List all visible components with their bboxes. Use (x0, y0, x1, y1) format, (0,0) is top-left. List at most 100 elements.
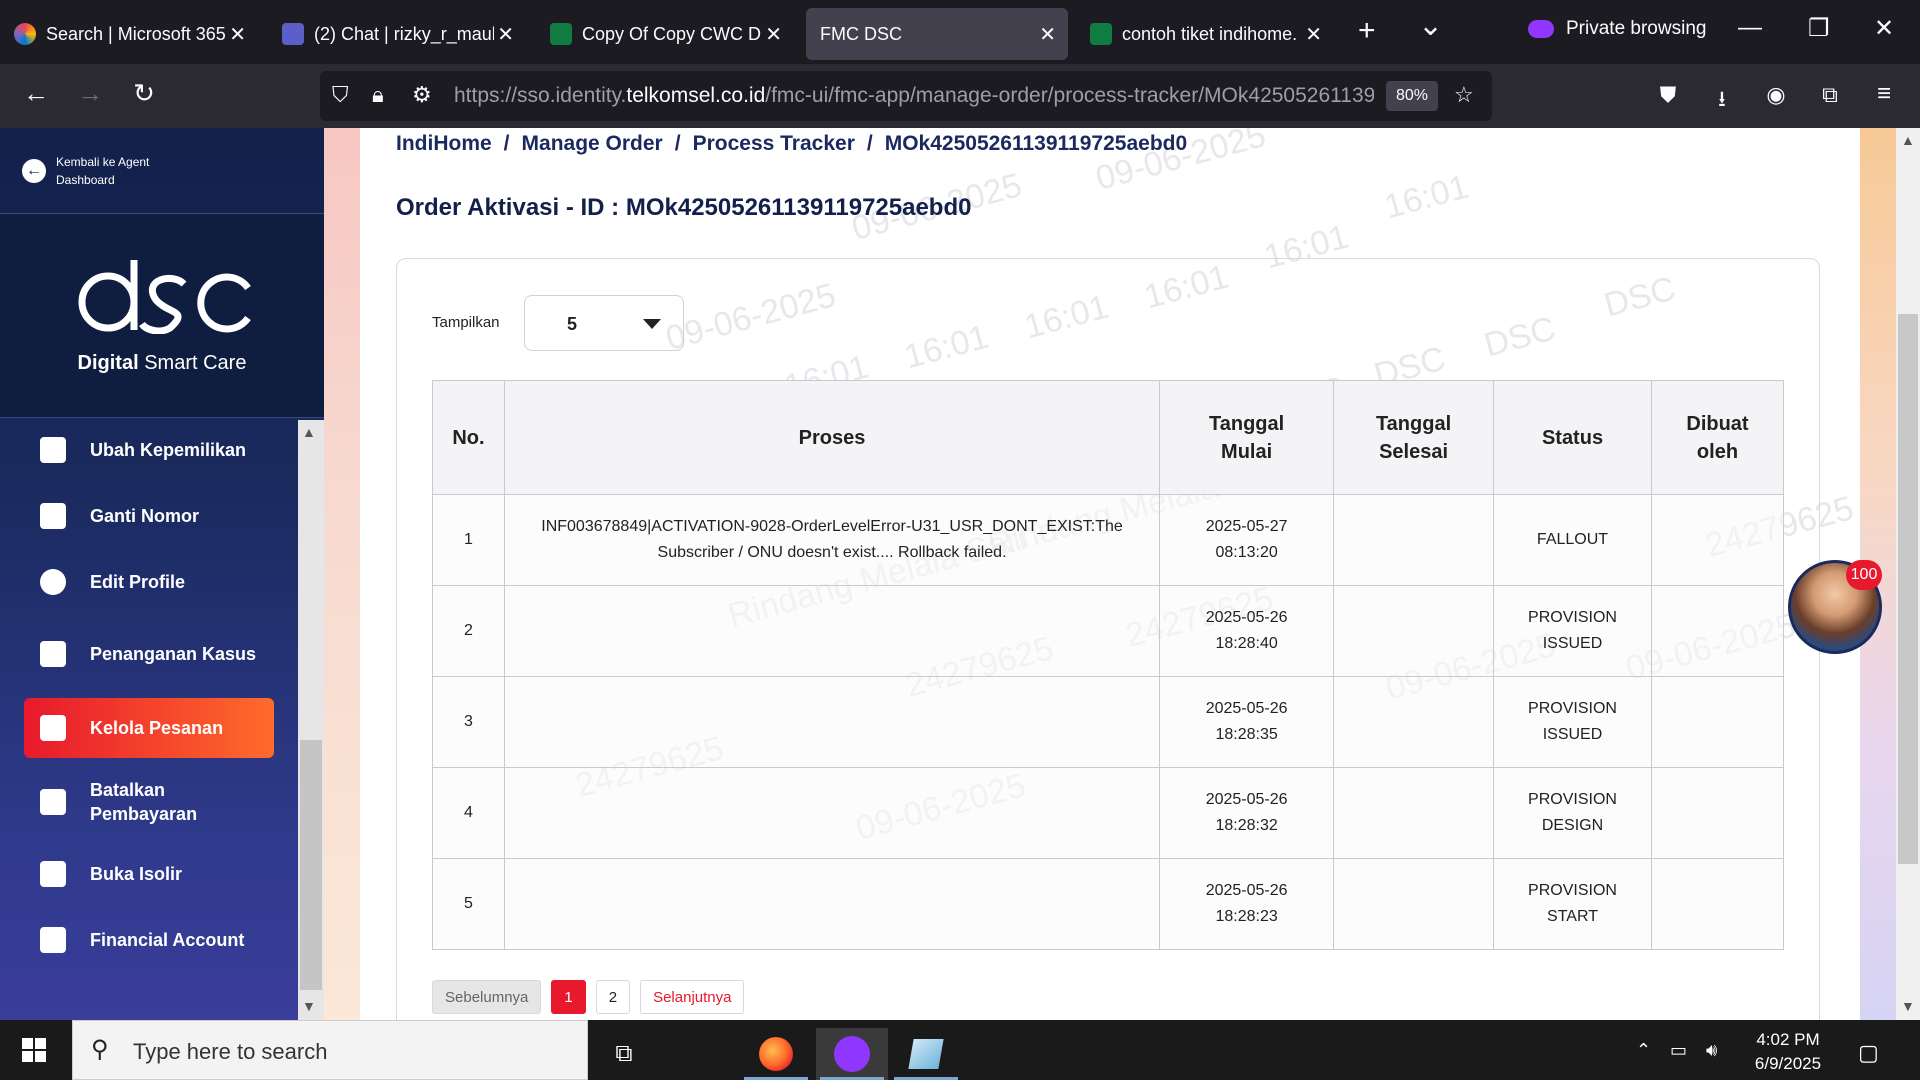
zoom-level[interactable]: 80% (1386, 81, 1439, 111)
cell-tanggal-selesai (1333, 767, 1495, 859)
private-mask-icon (1528, 20, 1554, 38)
tab-label: Search | Microsoft 365 (46, 23, 226, 44)
notifications-icon[interactable]: ▢ (1858, 1040, 1879, 1066)
sidebar-item-kelola-pesanan[interactable]: Kelola Pesanan (24, 698, 274, 758)
close-icon[interactable]: ✕ (229, 22, 246, 47)
close-icon[interactable]: ✕ (497, 22, 514, 47)
pocket-icon[interactable]: ⛊ (1650, 82, 1686, 108)
volume-icon[interactable]: 🔊︎ (1706, 1040, 1717, 1061)
reload-icon[interactable]: ↻ (126, 78, 162, 109)
close-icon[interactable]: ✕ (1305, 22, 1322, 47)
breadcrumb-process-tracker[interactable]: Process Tracker (693, 132, 855, 155)
page-1-button[interactable]: 1 (551, 980, 586, 1014)
table-header-row: No. Proses Tanggal Mulai Tanggal Selesai… (432, 380, 1785, 495)
cell-proses (503, 585, 1161, 677)
sidebar-item-edit-profile[interactable]: Edit Profile (24, 552, 274, 612)
restore-icon[interactable]: ❐ (1808, 14, 1830, 43)
cell-no: 5 (432, 858, 505, 950)
table-row: 2 2025-05-26 18:28:40 PROVISION ISSUED (432, 585, 1785, 677)
page-scrollbar[interactable]: ▲ ▼ (1896, 128, 1920, 1020)
new-tab-button[interactable]: + (1358, 14, 1376, 48)
back-to-dashboard-link[interactable]: ← Kembali ke Agent Dashboard (0, 128, 324, 214)
cell-dibuat-oleh (1650, 494, 1785, 586)
tab-excel-cwc[interactable]: Copy Of Copy CWC DE ✕ (536, 8, 794, 60)
cell-dibuat-oleh (1650, 585, 1785, 677)
show-hidden-icons-icon[interactable]: ⌃ (1636, 1040, 1651, 1061)
back-arrow-icon[interactable]: ← (18, 78, 54, 109)
sidebar-item-financial-account[interactable]: Financial Account (24, 910, 274, 970)
tab-microsoft365[interactable]: Search | Microsoft 365 ✕ (0, 8, 258, 60)
scroll-up-icon[interactable]: ▲ (1901, 132, 1915, 148)
taskbar-search-box[interactable]: ⚲ Type here to search (72, 1020, 588, 1080)
sidebar-item-ganti-nomor[interactable]: Ganti Nomor (24, 486, 274, 546)
breadcrumb-manage-order[interactable]: Manage Order (522, 132, 663, 155)
menu-icon[interactable]: ≡ (1866, 80, 1902, 108)
url-text[interactable]: https://sso.identity.telkomsel.co.id/fmc… (454, 84, 1374, 108)
close-icon[interactable]: ✕ (1039, 22, 1056, 47)
forward-arrow-icon[interactable]: → (72, 78, 108, 109)
sidebar-scroll-thumb[interactable] (300, 740, 322, 990)
page-2-button[interactable]: 2 (595, 980, 631, 1014)
sidebar-scrollbar[interactable]: ▲ ▼ (298, 420, 324, 1020)
finance-icon (40, 927, 66, 953)
minimize-icon[interactable]: — (1738, 14, 1762, 42)
decorative-gradient-left (324, 128, 360, 1020)
tab-label: Copy Of Copy CWC DE (582, 23, 762, 44)
app-taskbar-icon[interactable] (890, 1028, 962, 1080)
previous-page-button[interactable]: Sebelumnya (432, 980, 542, 1014)
table-row: 3 2025-05-26 18:28:35 PROVISION ISSUED (432, 676, 1785, 768)
tab-label: contoh tiket indihome. (1122, 23, 1298, 44)
cell-tanggal-selesai (1333, 494, 1495, 586)
page-title: Order Aktivasi - ID : MOk425052611391197… (396, 194, 972, 221)
sidebar-item-label: Financial Account (90, 930, 245, 950)
cell-no: 1 (432, 494, 505, 586)
windows-start-icon[interactable] (22, 1038, 46, 1062)
network-icon[interactable]: ▭ (1670, 1040, 1687, 1061)
breadcrumb: IndiHome / Manage Order / Process Tracker / MO… (396, 132, 1187, 156)
account-icon[interactable]: ◉ (1758, 82, 1794, 108)
cell-status: PROVISION START (1493, 858, 1652, 950)
sidebar-item-batalkan-pembayaran[interactable]: Batalkan Pembayaran (24, 772, 274, 832)
cell-tanggal-mulai: 2025-05-26 18:28:32 (1159, 767, 1335, 859)
shield-icon[interactable]: ⛉ (332, 82, 349, 108)
cell-proses (503, 676, 1161, 768)
system-clock[interactable]: 4:02 PM 6/9/2025 (1740, 1028, 1836, 1076)
clock-date: 6/9/2025 (1754, 1054, 1822, 1073)
tab-list-button[interactable]: ⌄ (1418, 8, 1443, 43)
payment-cancel-icon (40, 789, 66, 815)
bookmark-star-icon[interactable]: ☆ (1454, 82, 1474, 108)
close-icon[interactable]: ✕ (765, 22, 782, 47)
breadcrumb-indihome[interactable]: IndiHome (396, 132, 492, 155)
firefox-private-taskbar-icon[interactable] (816, 1028, 888, 1080)
next-page-button[interactable]: Selanjutnya (640, 980, 745, 1014)
firefox-taskbar-icon[interactable] (740, 1028, 812, 1080)
download-icon[interactable]: ⭳ (1704, 82, 1740, 120)
sidebar-item-penanganan-kasus[interactable]: Penanganan Kasus (24, 624, 274, 684)
extensions-icon[interactable]: ⧉ (1812, 82, 1848, 108)
show-entries-select[interactable]: 5 (524, 295, 684, 351)
cell-tanggal-mulai: 2025-05-26 18:28:40 (1159, 585, 1335, 677)
tab-teams-chat[interactable]: (2) Chat | rizky_r_maula ✕ (268, 8, 526, 60)
task-view-icon[interactable]: ⧉ (588, 1028, 660, 1080)
cell-proses (503, 767, 1161, 859)
sidebar-item-ubah-kepemilikan[interactable]: Ubah Kepemilikan (24, 420, 274, 480)
notification-badge: 100 (1846, 560, 1882, 590)
table-row: 1 INF003678849|ACTIVATION-9028-OrderLeve… (432, 494, 1785, 586)
address-bar[interactable]: ⛉ 🔒︎ ⚙ https://sso.identity.telkomsel.co… (320, 71, 1492, 121)
breadcrumb-separator: / (674, 132, 681, 155)
url-path: /fmc-ui/fmc-app/manage-order/process-tra… (765, 84, 1374, 107)
tab-excel-tiket[interactable]: contoh tiket indihome. ✕ (1076, 8, 1334, 60)
close-window-icon[interactable]: ✕ (1874, 14, 1894, 43)
sidebar-item-label: Buka Isolir (90, 864, 183, 884)
tab-fmc-dsc[interactable]: FMC DSC ✕ (806, 8, 1068, 60)
permissions-icon[interactable]: ⚙ (412, 82, 432, 108)
scroll-down-icon[interactable]: ▼ (302, 998, 316, 1014)
lock-icon[interactable]: 🔒︎ (372, 82, 384, 108)
scroll-up-icon[interactable]: ▲ (302, 424, 316, 440)
sidebar-item-buka-isolir[interactable]: Buka Isolir (24, 844, 274, 904)
browser-nav-bar: ← → ↻ ⛉ 🔒︎ ⚙ https://sso.identity.telkom… (0, 64, 1920, 128)
page-scroll-thumb[interactable] (1898, 314, 1918, 864)
table-row: 5 2025-05-26 18:28:23 PROVISION START (432, 858, 1785, 950)
private-label: Private browsing (1566, 18, 1707, 39)
scroll-down-icon[interactable]: ▼ (1901, 998, 1915, 1014)
